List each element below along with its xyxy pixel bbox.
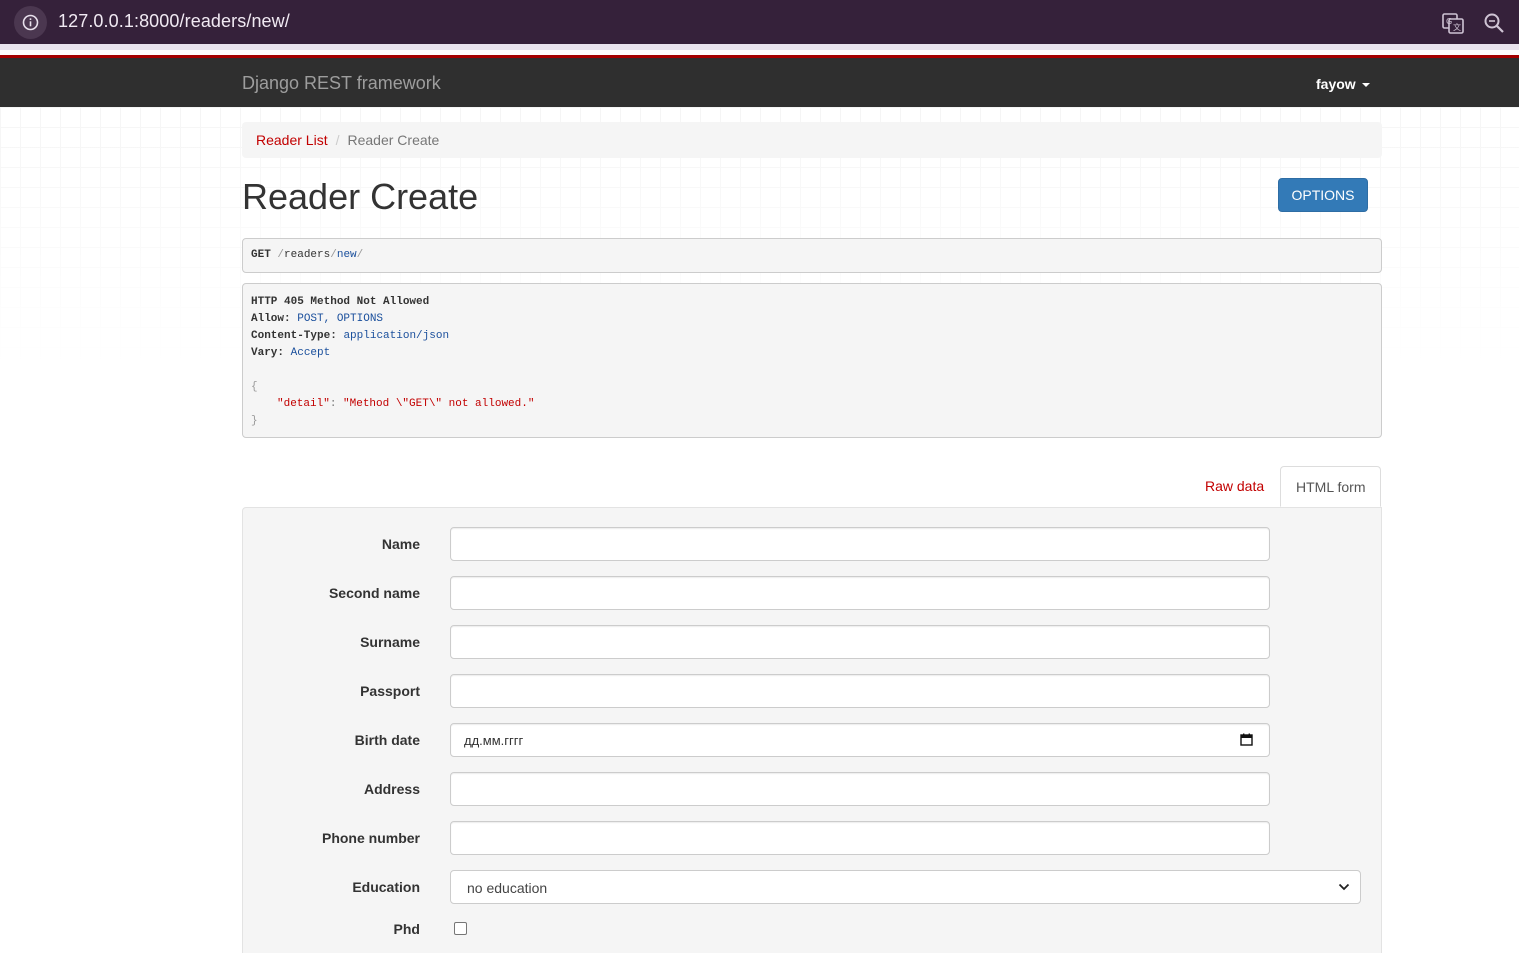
name-label: Name (381, 536, 420, 552)
chevron-down-icon (1338, 883, 1350, 891)
translate-icon[interactable]: G文 (1441, 11, 1465, 35)
address-label: Address (363, 781, 420, 797)
phd-checkbox[interactable] (454, 922, 467, 935)
caret-down-icon (1361, 83, 1370, 88)
zoom-icon[interactable] (1482, 11, 1506, 35)
education-selected-value: no education (467, 880, 548, 896)
response-status: HTTP 405 Method Not Allowed (251, 296, 430, 308)
json-value: "Method \"GET\" not allowed." (343, 398, 535, 410)
education-select[interactable]: no education (450, 870, 1361, 904)
svg-text:G: G (1446, 17, 1452, 26)
surname-input[interactable] (450, 625, 1270, 659)
breadcrumb-separator: / (335, 132, 340, 148)
user-dropdown[interactable]: fayow (1316, 76, 1370, 92)
phone-number-label: Phone number (321, 830, 420, 846)
phone-number-input[interactable] (450, 821, 1270, 855)
options-button[interactable]: OPTIONS (1278, 178, 1368, 212)
header-content-type-label: Content-Type: (251, 330, 337, 342)
header-vary-value: Accept (290, 347, 331, 359)
birth-date-input[interactable]: дд.мм.гггг (450, 723, 1270, 757)
json-close-brace: } (251, 415, 258, 427)
path-segment-readers[interactable]: readers (284, 249, 330, 261)
name-input[interactable] (450, 527, 1270, 561)
tab-html-form[interactable]: HTML form (1280, 466, 1382, 507)
tab-raw-data[interactable]: Raw data (1190, 466, 1279, 507)
response-info: HTTP 405 Method Not Allowed Allow: POST,… (242, 283, 1382, 438)
breadcrumb-current: Reader Create (347, 132, 440, 148)
page-title: Reader Create (242, 176, 479, 217)
calendar-icon[interactable] (1240, 733, 1253, 746)
path-segment-new[interactable]: new (337, 249, 357, 261)
site-info-icon[interactable] (14, 6, 47, 39)
svg-text:文: 文 (1453, 22, 1461, 32)
navbar-brand[interactable]: Django REST framework (242, 73, 441, 94)
username: fayow (1316, 76, 1356, 92)
birth-date-label: Birth date (354, 732, 420, 748)
header-content-type-value: application/json (343, 330, 450, 342)
header-allow-value: POST, OPTIONS (297, 313, 384, 325)
breadcrumb-reader-list[interactable]: Reader List (256, 132, 328, 148)
navbar: Django REST framework fayow (0, 55, 1519, 107)
birth-date-placeholder: дд.мм.гггг (464, 733, 524, 748)
request-method: GET (251, 249, 271, 261)
passport-input[interactable] (450, 674, 1270, 708)
address-input[interactable] (450, 772, 1270, 806)
json-key: "detail" (277, 398, 330, 410)
passport-label: Passport (360, 683, 420, 699)
second-name-label: Second name (328, 585, 420, 601)
second-name-input[interactable] (450, 576, 1270, 610)
json-open-brace: { (251, 381, 258, 393)
header-vary-label: Vary: (251, 347, 285, 359)
surname-label: Surname (360, 634, 420, 650)
address-bar[interactable]: 127.0.0.1:8000/readers/new/ (58, 11, 290, 32)
breadcrumb: Reader List / Reader Create (242, 122, 1382, 158)
header-allow-label: Allow: (251, 313, 291, 325)
request-info: GET /readers/new/ (242, 238, 1382, 273)
browser-divider (0, 44, 1519, 50)
phd-label: Phd (393, 921, 420, 937)
education-label: Education (352, 879, 420, 895)
browser-toolbar: 127.0.0.1:8000/readers/new/ G文 (0, 0, 1519, 44)
